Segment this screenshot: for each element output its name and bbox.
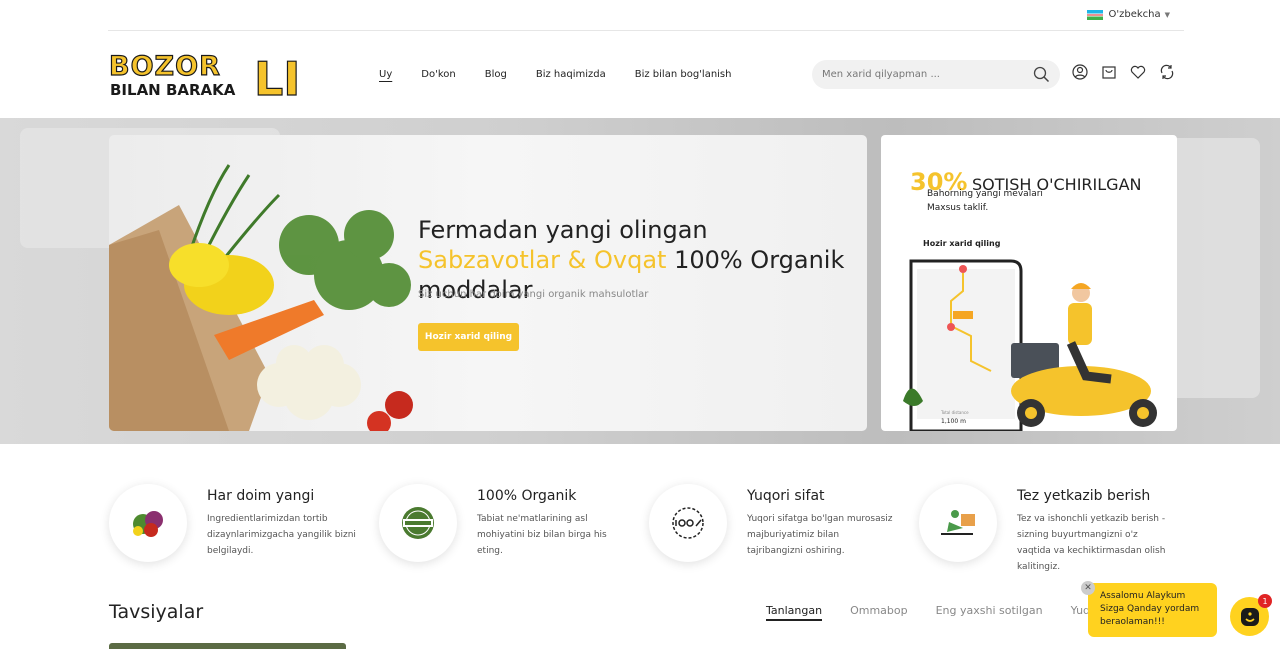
map-label: Total distance [940, 410, 969, 415]
hero-title-highlight: Sabzavotlar & Ovqat [418, 246, 667, 274]
nav-item-uy[interactable]: Uy [379, 69, 392, 80]
features-section: Har doim yangi Ingredientlarimizdan tort… [0, 444, 1280, 584]
chat-bubble[interactable]: Assalomu Alaykum Sizga Qanday yordam ber… [1088, 583, 1217, 637]
vegetables-icon [109, 484, 187, 562]
promo-cta[interactable]: Hozir xarid qiling [923, 239, 1000, 248]
site-logo[interactable]: BOZOR BILAN BARAKA LI [108, 50, 314, 106]
hero-banner: Fermadan yangi olingan Sabzavotlar & Ovq… [109, 135, 867, 431]
chevron-down-icon: ▼ [1164, 10, 1170, 19]
nav-item-blog[interactable]: Blog [485, 69, 507, 80]
header-icons [1072, 64, 1175, 80]
quality-100-icon [649, 484, 727, 562]
feature-text: Yuqori sifatga bo'lgan murosasiz majburi… [747, 514, 893, 556]
close-icon[interactable]: ✕ [1081, 581, 1095, 595]
notification-badge: 1 [1258, 594, 1272, 608]
delivery-icon [919, 484, 997, 562]
hero-subtitle: Siz uchun har doim yangi organik mahsulo… [418, 289, 649, 300]
feature-title: Tez yetkazib berish [1017, 488, 1151, 504]
feature-text: Tabiat ne'matlarining asl mohiyatini biz… [477, 514, 607, 556]
uzbek-flag-icon [1087, 9, 1104, 20]
language-selector[interactable]: O'zbekcha ▼ [1087, 9, 1170, 20]
chat-line-1: Assalomu Alaykum [1100, 591, 1186, 601]
recommendation-tabs: Tanlangan Ommabop Eng yaxshi sotilgan Yu… [766, 604, 1132, 621]
site-header: BOZOR BILAN BARAKA LI Uy Do'kon Blog Biz… [0, 31, 1280, 118]
vegetables-bag-image [109, 164, 413, 431]
chat-icon [1240, 607, 1259, 626]
feature-title: Har doim yangi [207, 488, 315, 504]
main-nav: Uy Do'kon Blog Biz haqimizda Biz bilan b… [379, 69, 760, 80]
top-bar: O'zbekcha ▼ [0, 0, 1280, 31]
search-placeholder: Men xarid qilyapman ... [822, 69, 940, 80]
svg-text:BOZOR: BOZOR [109, 51, 221, 82]
heart-icon[interactable] [1130, 64, 1146, 80]
cart-icon[interactable] [1101, 64, 1117, 80]
map-distance: 1,100 m [941, 418, 966, 425]
feature-text: Tez va ishonchli yetkazib berish - sizni… [1017, 514, 1166, 572]
chat-line-2: Sizga Qanday yordam beraolaman!!! [1100, 604, 1200, 627]
language-label: O'zbekcha [1108, 9, 1161, 20]
tab-tanlangan[interactable]: Tanlangan [766, 604, 823, 621]
nav-item-about[interactable]: Biz haqimizda [536, 69, 606, 80]
tab-ommabop[interactable]: Ommabop [850, 604, 908, 621]
search-icon[interactable] [1033, 66, 1050, 83]
feature-text: Ingredientlarimizdan tortib dizaynlarimi… [207, 514, 356, 556]
promo-card[interactable]: 30% SOTISH O'CHIRILGAN Bahorning yangi m… [881, 135, 1177, 431]
search-input[interactable]: Men xarid qilyapman ... [812, 60, 1060, 89]
feature-title: 100% Organik [477, 488, 577, 504]
section-title: Tavsiyalar [109, 601, 204, 623]
feature-title: Yuqori sifat [747, 488, 825, 504]
svg-text:BILAN BARAKA: BILAN BARAKA [110, 81, 236, 99]
compare-icon[interactable] [1159, 64, 1175, 80]
product-card-top[interactable] [109, 643, 346, 649]
nav-item-dokon[interactable]: Do'kon [421, 69, 455, 80]
delivery-illustration: 1,100 m Total distance [903, 259, 1157, 431]
nav-item-contact[interactable]: Biz bilan bog'lanish [635, 69, 732, 80]
svg-text:LI: LI [254, 52, 300, 101]
promo-subtitle: Bahorning yangi mevalari Maxsus taklif. [927, 189, 1043, 213]
hero-section: Fermadan yangi olingan Sabzavotlar & Ovq… [0, 118, 1280, 444]
organic-badge-icon [379, 484, 457, 562]
tab-best-selling[interactable]: Eng yaxshi sotilgan [936, 604, 1043, 621]
shop-now-button[interactable]: Hozir xarid qiling [418, 323, 519, 351]
user-icon[interactable] [1072, 64, 1088, 80]
